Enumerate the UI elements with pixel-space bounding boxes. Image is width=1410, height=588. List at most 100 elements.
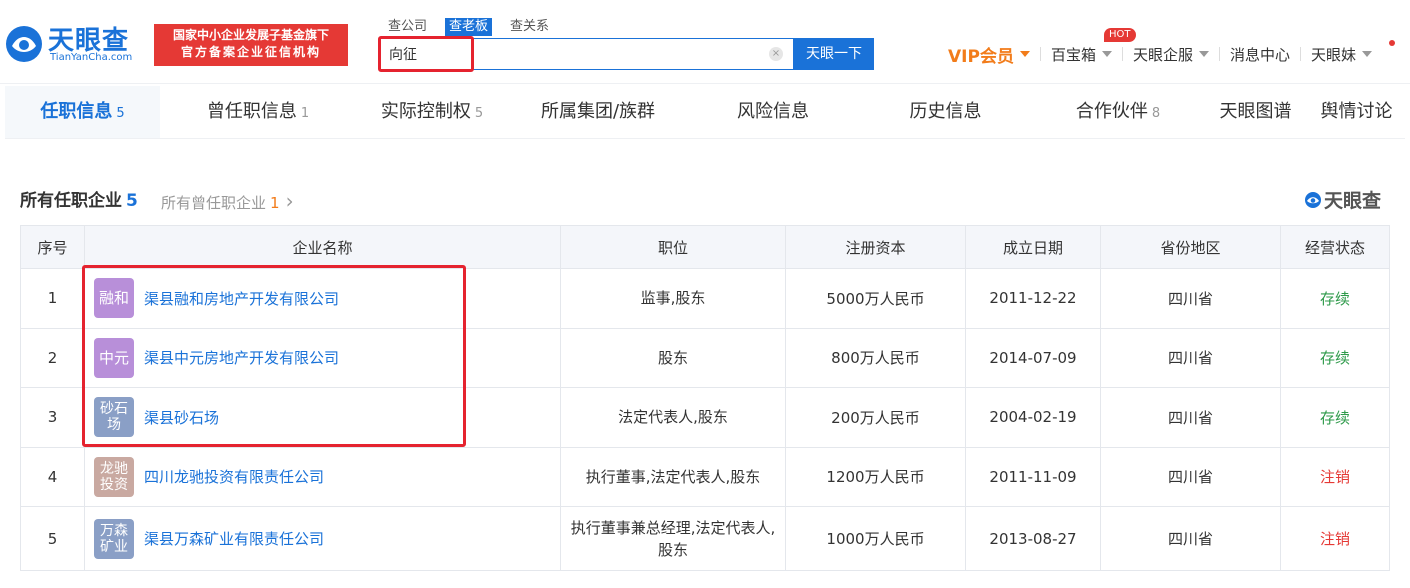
region-cell: 四川省 bbox=[1100, 387, 1281, 448]
tab-control[interactable]: 实际控制权 5 bbox=[356, 86, 508, 138]
tab-label: 风险信息 bbox=[737, 101, 809, 122]
tab-count: 5 bbox=[474, 106, 484, 121]
table-row: 4 龙驰 投资 四川龙驰投资有限责任公司 执行董事,法定代表人,股东 1200万人… bbox=[20, 446, 1390, 507]
top-header: 天眼查 TianYanCha.com 国家中小企业发展子基金旗下 官方备案企业征… bbox=[0, 0, 1410, 84]
search-tab-relation[interactable]: 查关系 bbox=[506, 18, 553, 36]
tianyancha-watermark: 天眼查 bbox=[1304, 186, 1381, 213]
company-cell: 中元 渠县中元房地产开发有限公司 bbox=[84, 327, 561, 388]
past-positions-link[interactable]: 所有曾任职企业 1 › bbox=[161, 189, 294, 213]
company-avatar[interactable]: 龙驰 投资 bbox=[94, 456, 134, 497]
capital-cell: 200万人民币 bbox=[785, 387, 966, 448]
company-avatar[interactable]: 砂石场 bbox=[94, 397, 134, 438]
row-index: 2 bbox=[20, 327, 85, 388]
banner-line-2: 官方备案企业征信机构 bbox=[180, 45, 321, 59]
avatar-text: 万森 bbox=[100, 522, 128, 539]
positions-table: 序号 企业名称 职位 注册资本 成立日期 省份地区 经营状态 1 融和 渠县融和… bbox=[20, 225, 1390, 571]
region-cell: 四川省 bbox=[1100, 506, 1281, 571]
search-type-tabs: 查公司 查老板 查关系 bbox=[384, 18, 567, 38]
top-nav: VIP会员 百宝箱 天眼企服 消息中心 天眼妹 bbox=[948, 42, 1382, 67]
watermark-eye-icon bbox=[1305, 191, 1321, 208]
banner-line-1: 国家中小企业发展子基金旗下 bbox=[172, 28, 329, 42]
tab-partners[interactable]: 合作伙伴 8 bbox=[1033, 86, 1203, 138]
section-title-text: 所有任职企业 bbox=[20, 191, 122, 211]
tab-current-positions[interactable]: 任职信息 5 bbox=[5, 86, 160, 138]
table-row: 1 融和 渠县融和房地产开发有限公司 监事,股东 5000万人民币 2011-1… bbox=[20, 268, 1390, 329]
row-index: 1 bbox=[20, 268, 85, 329]
tab-risk[interactable]: 风险信息 bbox=[688, 86, 858, 138]
position-cell: 监事,股东 bbox=[560, 268, 786, 329]
tab-opinion[interactable]: 舆情讨论 bbox=[1308, 86, 1405, 138]
status-cell: 注销 bbox=[1280, 446, 1390, 507]
avatar-text: 中元 bbox=[98, 348, 129, 367]
tab-label: 舆情讨论 bbox=[1320, 101, 1393, 122]
message-center-link[interactable]: 消息中心 bbox=[1220, 44, 1300, 65]
search-tab-company[interactable]: 查公司 bbox=[384, 18, 431, 36]
region-cell: 四川省 bbox=[1100, 446, 1281, 507]
past-positions-count: 1 bbox=[270, 194, 280, 212]
message-center-label: 消息中心 bbox=[1229, 45, 1290, 64]
tab-label: 任职信息 bbox=[40, 101, 113, 122]
watermark-text: 天眼查 bbox=[1324, 190, 1382, 212]
table-row: 2 中元 渠县中元房地产开发有限公司 股东 800万人民币 2014-07-09… bbox=[20, 327, 1390, 388]
toolbox-menu[interactable]: 百宝箱 bbox=[1041, 44, 1122, 65]
tab-label: 天眼图谱 bbox=[1219, 101, 1292, 122]
section-title: 所有任职企业 5 bbox=[20, 186, 138, 211]
position-cell: 执行董事兼总经理,法定代表人,股东 bbox=[560, 506, 786, 571]
vip-menu[interactable]: VIP会员 bbox=[948, 42, 1040, 67]
tab-label: 合作伙伴 bbox=[1075, 101, 1148, 122]
date-cell: 2011-11-09 bbox=[965, 446, 1101, 507]
company-avatar[interactable]: 万森 矿业 bbox=[94, 518, 134, 559]
table-row: 3 砂石场 渠县砂石场 法定代表人,股东 200万人民币 2004-02-19 … bbox=[20, 387, 1390, 448]
profile-tabs: 任职信息 5 曾任职信息 1 实际控制权 5 所属集团/族群 风险信息 历史信息 合作… bbox=[5, 86, 1405, 139]
tab-graph[interactable]: 天眼图谱 bbox=[1203, 86, 1308, 138]
section-count: 5 bbox=[126, 191, 138, 211]
tab-label: 实际控制权 bbox=[380, 101, 471, 122]
avatar-text: 投资 bbox=[100, 476, 128, 493]
company-avatar[interactable]: 融和 bbox=[94, 278, 134, 319]
status-cell: 存续 bbox=[1280, 268, 1390, 329]
avatar-text: 砂石 bbox=[100, 401, 128, 418]
clear-icon[interactable]: × bbox=[769, 47, 783, 61]
tianyancha-logo[interactable]: 天眼查 TianYanCha.com bbox=[4, 20, 146, 66]
tab-history[interactable]: 历史信息 bbox=[858, 86, 1033, 138]
notification-dot bbox=[1389, 40, 1395, 46]
user-menu[interactable]: 天眼妹 bbox=[1301, 44, 1382, 65]
company-cell: 万森 矿业 渠县万森矿业有限责任公司 bbox=[84, 506, 561, 571]
chevron-down-icon bbox=[1101, 51, 1112, 57]
position-cell: 法定代表人,股东 bbox=[560, 387, 786, 448]
user-name: 天眼妹 bbox=[1311, 45, 1357, 64]
col-header-date[interactable]: 成立日期 bbox=[965, 225, 1101, 269]
status-cell: 注销 bbox=[1280, 506, 1390, 571]
company-name-link[interactable]: 渠县融和房地产开发有限公司 bbox=[144, 288, 339, 309]
tab-past-positions[interactable]: 曾任职信息 1 bbox=[160, 86, 356, 138]
status-cell: 存续 bbox=[1280, 327, 1390, 388]
chevron-down-icon bbox=[1019, 51, 1030, 57]
company-name-link[interactable]: 渠县中元房地产开发有限公司 bbox=[144, 347, 339, 368]
company-name-link[interactable]: 渠县万森矿业有限责任公司 bbox=[144, 528, 324, 549]
tab-label: 所属集团/族群 bbox=[540, 101, 656, 122]
capital-cell: 5000万人民币 bbox=[785, 268, 966, 329]
position-cell: 执行董事,法定代表人,股东 bbox=[560, 446, 786, 507]
company-avatar[interactable]: 中元 bbox=[94, 337, 134, 378]
enterprise-service-menu[interactable]: 天眼企服 bbox=[1123, 44, 1219, 65]
capital-cell: 1200万人民币 bbox=[785, 446, 966, 507]
company-name-link[interactable]: 渠县砂石场 bbox=[144, 407, 219, 428]
region-cell: 四川省 bbox=[1100, 327, 1281, 388]
company-name-link[interactable]: 四川龙驰投资有限责任公司 bbox=[144, 466, 324, 487]
date-cell: 2011-12-22 bbox=[965, 268, 1101, 329]
company-cell: 砂石场 渠县砂石场 bbox=[84, 387, 561, 448]
col-header-capital: 注册资本 bbox=[785, 225, 966, 269]
chevron-down-icon bbox=[1362, 51, 1373, 57]
tab-count: 1 bbox=[300, 106, 310, 121]
search-box: × bbox=[380, 38, 794, 70]
table-header-row: 序号 企业名称 职位 注册资本 成立日期 省份地区 经营状态 bbox=[20, 225, 1390, 269]
search-input[interactable] bbox=[389, 44, 759, 64]
tab-group[interactable]: 所属集团/族群 bbox=[508, 86, 688, 138]
search-button[interactable]: 天眼一下 bbox=[794, 38, 874, 70]
vip-label: VIP会员 bbox=[948, 46, 1014, 67]
toolbox-label: 百宝箱 bbox=[1050, 45, 1096, 64]
region-cell: 四川省 bbox=[1100, 268, 1281, 329]
position-cell: 股东 bbox=[560, 327, 786, 388]
company-cell: 融和 渠县融和房地产开发有限公司 bbox=[84, 268, 561, 329]
search-tab-boss[interactable]: 查老板 bbox=[445, 18, 493, 36]
